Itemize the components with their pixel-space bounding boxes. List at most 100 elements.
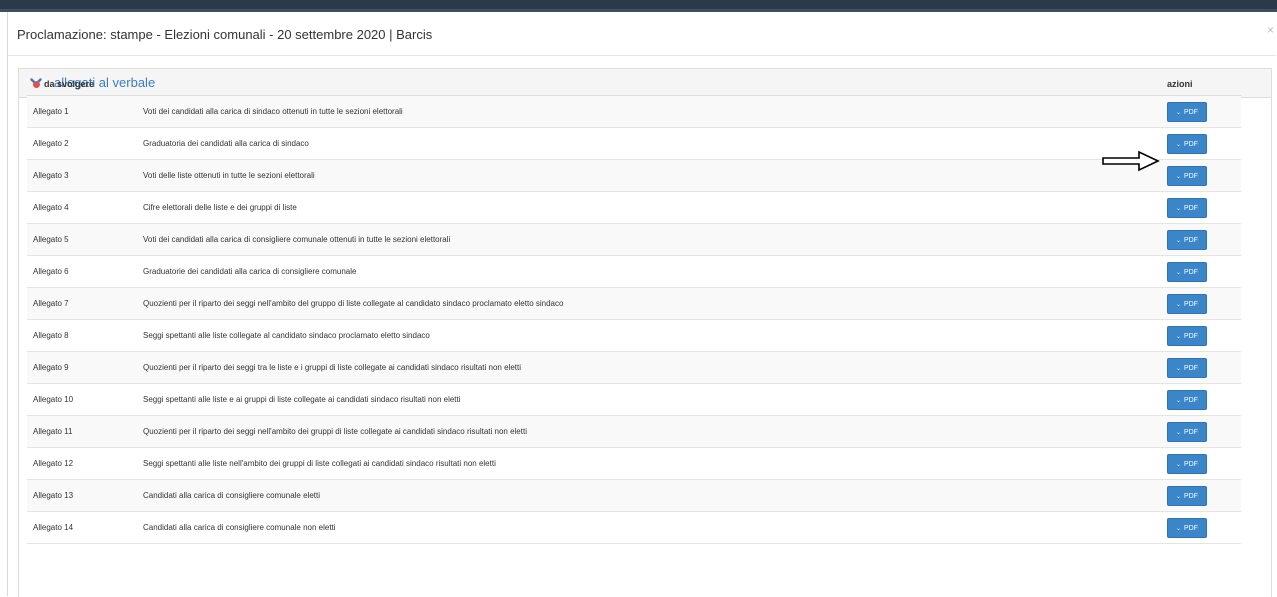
pdf-button[interactable]: ⌄ PDF <box>1167 197 1207 218</box>
allegato-actions: ⌄ PDF <box>1161 383 1241 416</box>
app-top-strip <box>0 9 1277 12</box>
pdf-button-label: PDF <box>1184 364 1199 372</box>
chevron-down-icon: ⌄ <box>1175 237 1182 244</box>
allegato-actions: ⌄ PDF <box>1161 191 1241 224</box>
pdf-button-label: PDF <box>1184 524 1199 532</box>
table-row: Allegato 7 Quozienti per il riparto dei s… <box>27 287 1241 320</box>
allegati-table: da svolgere azioni Allegato 1 Voti dei ca… <box>27 73 1241 544</box>
chevron-down-icon: ⌄ <box>1175 525 1182 532</box>
modal-dialog: Proclamazione: stampe - Elezioni comunal… <box>8 13 1276 597</box>
pdf-button[interactable]: ⌄ PDF <box>1167 229 1207 250</box>
pdf-button-label: PDF <box>1184 108 1199 116</box>
pdf-button[interactable]: ⌄ PDF <box>1167 357 1207 378</box>
chevron-down-icon: ⌄ <box>1175 173 1182 180</box>
allegato-name: Allegato 13 <box>27 479 137 512</box>
chevron-down-icon: ⌄ <box>1175 301 1182 308</box>
pdf-button-label: PDF <box>1184 204 1199 212</box>
status-header: da svolgere <box>27 73 137 96</box>
allegato-actions: ⌄ PDF <box>1161 319 1241 352</box>
allegato-description: Quozienti per il riparto dei seggi tra l… <box>137 351 1161 384</box>
allegato-name: Allegato 12 <box>27 447 137 480</box>
app-top-bar <box>0 0 1277 9</box>
close-icon[interactable]: × <box>1267 23 1274 37</box>
table-row: Allegato 12 Seggi spettanti alle liste ne… <box>27 447 1241 480</box>
allegato-actions: ⌄ PDF <box>1161 95 1241 128</box>
chevron-down-icon: ⌄ <box>1175 461 1182 468</box>
description-header <box>137 73 1161 96</box>
pdf-button[interactable]: ⌄ PDF <box>1167 485 1207 506</box>
table-row: Allegato 1 Voti dei candidati alla carica… <box>27 95 1241 128</box>
allegato-description: Quozienti per il riparto dei seggi nell'… <box>137 415 1161 448</box>
table-row: Allegato 14 Candidati alla carica di cons… <box>27 511 1241 544</box>
table-row: Allegato 6 Graduatorie dei candidati alla… <box>27 255 1241 288</box>
chevron-down-icon: ⌄ <box>1175 141 1182 148</box>
allegato-description: Voti dei candidati alla carica di sindac… <box>137 95 1161 128</box>
table-row: Allegato 8 Seggi spettanti alle liste col… <box>27 319 1241 352</box>
allegato-actions: ⌄ PDF <box>1161 127 1241 160</box>
allegato-name: Allegato 11 <box>27 415 137 448</box>
chevron-down-icon: ⌄ <box>1175 333 1182 340</box>
table-row: Allegato 5 Voti dei candidati alla carica… <box>27 223 1241 256</box>
table-header-row: da svolgere azioni <box>27 73 1241 96</box>
table-row: Allegato 9 Quozienti per il riparto dei s… <box>27 351 1241 384</box>
allegato-actions: ⌄ PDF <box>1161 223 1241 256</box>
allegato-description: Voti dei candidati alla carica di consig… <box>137 223 1161 256</box>
pdf-button[interactable]: ⌄ PDF <box>1167 453 1207 474</box>
chevron-down-icon: ⌄ <box>1175 429 1182 436</box>
pdf-button[interactable]: ⌄ PDF <box>1167 165 1207 186</box>
pdf-button-label: PDF <box>1184 428 1199 436</box>
chevron-down-icon: ⌄ <box>1175 205 1182 212</box>
allegato-actions: ⌄ PDF <box>1161 415 1241 448</box>
pdf-button[interactable]: ⌄ PDF <box>1167 293 1207 314</box>
allegato-name: Allegato 2 <box>27 127 137 160</box>
background-edge <box>0 12 8 596</box>
table-row: Allegato 13 Candidati alla carica di cons… <box>27 479 1241 512</box>
table-row: Allegato 11 Quozienti per il riparto dei … <box>27 415 1241 448</box>
pdf-button[interactable]: ⌄ PDF <box>1167 101 1207 122</box>
pdf-button-label: PDF <box>1184 172 1199 180</box>
allegato-name: Allegato 1 <box>27 95 137 128</box>
actions-header: azioni <box>1161 73 1241 96</box>
modal-header: Proclamazione: stampe - Elezioni comunal… <box>8 13 1276 56</box>
pdf-button[interactable]: ⌄ PDF <box>1167 517 1207 538</box>
pdf-button-label: PDF <box>1184 460 1199 468</box>
pdf-button-label: PDF <box>1184 140 1199 148</box>
pdf-button-label: PDF <box>1184 332 1199 340</box>
table-row: Allegato 10 Seggi spettanti alle liste e … <box>27 383 1241 416</box>
pdf-button-label: PDF <box>1184 300 1199 308</box>
pdf-button[interactable]: ⌄ PDF <box>1167 389 1207 410</box>
status-header-label: da svolgere <box>44 79 95 89</box>
pdf-button-label: PDF <box>1184 396 1199 404</box>
allegato-name: Allegato 5 <box>27 223 137 256</box>
allegato-description: Seggi spettanti alle liste nell'ambito d… <box>137 447 1161 480</box>
allegato-description: Graduatorie dei candidati alla carica di… <box>137 255 1161 288</box>
allegato-name: Allegato 3 <box>27 159 137 192</box>
pdf-button[interactable]: ⌄ PDF <box>1167 325 1207 346</box>
pdf-button-label: PDF <box>1184 236 1199 244</box>
allegato-name: Allegato 6 <box>27 255 137 288</box>
allegato-actions: ⌄ PDF <box>1161 255 1241 288</box>
allegato-description: Seggi spettanti alle liste collegate al … <box>137 319 1161 352</box>
chevron-down-icon: ⌄ <box>1175 493 1182 500</box>
pdf-button[interactable]: ⌄ PDF <box>1167 133 1207 154</box>
allegato-name: Allegato 14 <box>27 511 137 544</box>
status-dot <box>33 81 40 88</box>
pdf-button[interactable]: ⌄ PDF <box>1167 421 1207 442</box>
chevron-down-icon: ⌄ <box>1175 365 1182 372</box>
allegato-actions: ⌄ PDF <box>1161 511 1241 544</box>
pdf-button-label: PDF <box>1184 268 1199 276</box>
arrow-right-icon <box>1102 150 1160 172</box>
allegato-actions: ⌄ PDF <box>1161 351 1241 384</box>
table-row: Allegato 3 Voti delle liste ottenuti in t… <box>27 159 1241 192</box>
allegato-description: Candidati alla carica di consigliere com… <box>137 511 1161 544</box>
allegato-name: Allegato 9 <box>27 351 137 384</box>
allegato-actions: ⌄ PDF <box>1161 287 1241 320</box>
chevron-down-icon: ⌄ <box>1175 109 1182 116</box>
allegato-actions: ⌄ PDF <box>1161 479 1241 512</box>
allegato-description: Candidati alla carica di consigliere com… <box>137 479 1161 512</box>
allegato-description: Voti delle liste ottenuti in tutte le se… <box>137 159 1161 192</box>
pdf-button[interactable]: ⌄ PDF <box>1167 261 1207 282</box>
allegato-name: Allegato 7 <box>27 287 137 320</box>
allegato-description: Seggi spettanti alle liste e ai gruppi d… <box>137 383 1161 416</box>
allegato-name: Allegato 10 <box>27 383 137 416</box>
